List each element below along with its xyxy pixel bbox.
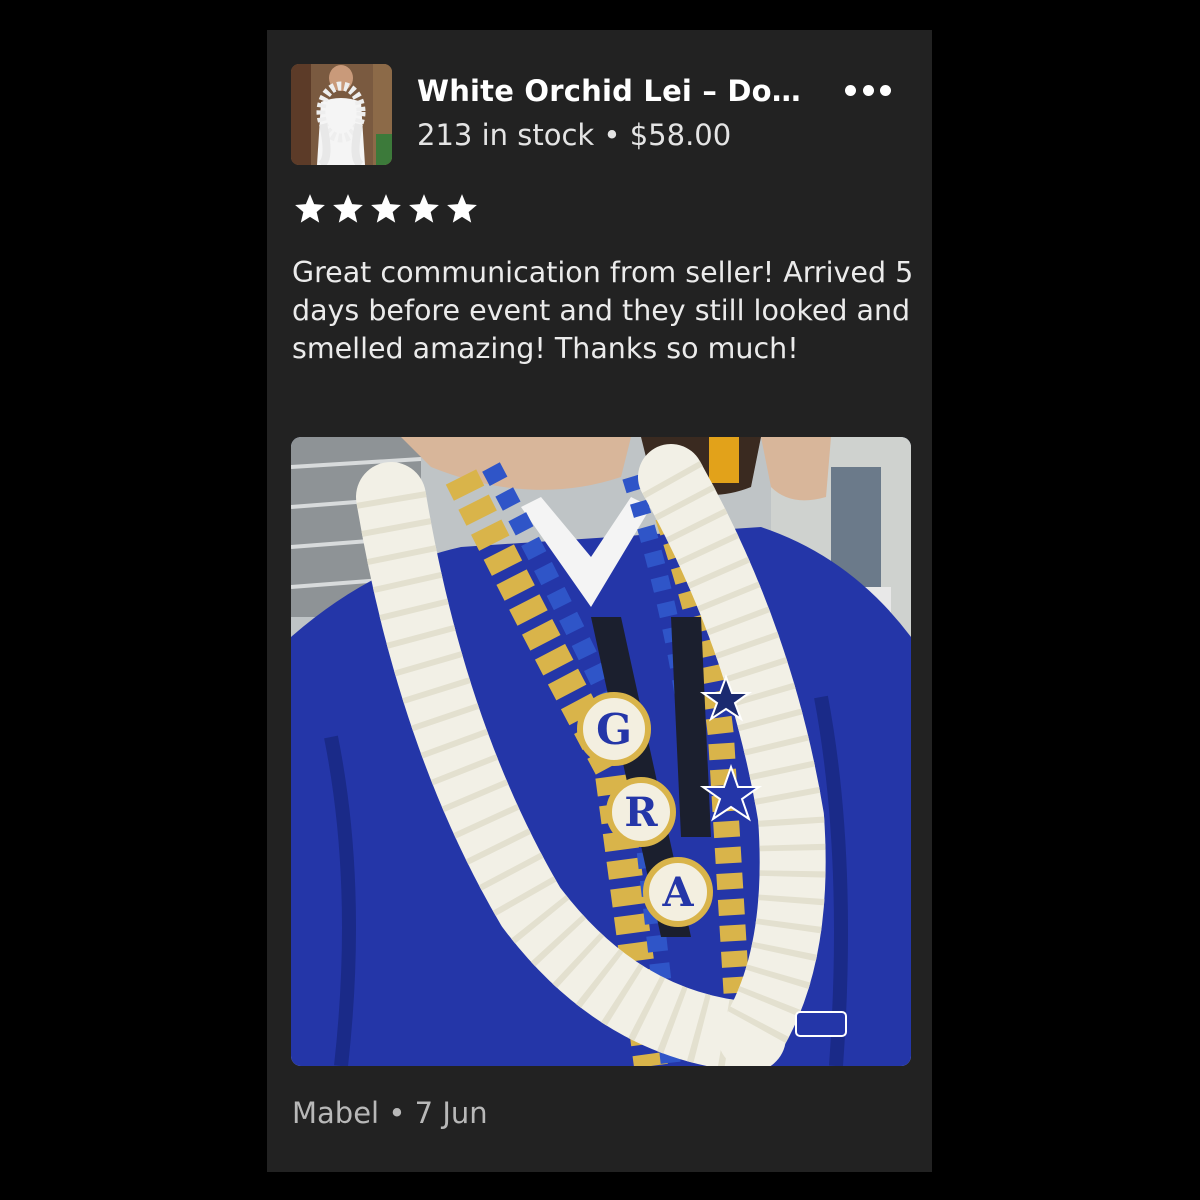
reviewer-name[interactable]: Mabel	[292, 1096, 379, 1130]
star-rating	[292, 192, 480, 226]
product-title[interactable]: White Orchid Lei – Dou...	[417, 74, 817, 108]
product-thumbnail[interactable]	[291, 64, 392, 165]
review-date: 7 Jun	[414, 1096, 488, 1130]
more-horizontal-icon	[880, 84, 891, 96]
review-card: White Orchid Lei – Dou... 213 in stock •…	[267, 30, 932, 1172]
patch-r: R	[606, 777, 676, 847]
review-footer: Mabel • 7 Jun	[292, 1096, 488, 1130]
review-photo[interactable]: G R A	[291, 437, 911, 1066]
svg-text:R: R	[624, 789, 658, 836]
star-icon	[371, 194, 401, 223]
svg-text:A: A	[661, 869, 694, 916]
more-options-button[interactable]	[845, 80, 891, 100]
more-horizontal-icon	[862, 84, 874, 96]
patch-g: G	[577, 692, 651, 766]
product-meta: 213 in stock • $58.00	[417, 118, 731, 152]
star-icon	[295, 194, 325, 223]
star-icon	[409, 194, 439, 223]
meta-separator: •	[603, 118, 621, 152]
patch-a: A	[643, 857, 713, 927]
review-text: Great communication from seller! Arrived…	[292, 256, 914, 365]
svg-text:G: G	[596, 705, 632, 754]
footer-separator: •	[388, 1096, 406, 1130]
star-icon	[333, 194, 363, 223]
product-price: $58.00	[629, 118, 732, 152]
more-horizontal-icon	[845, 84, 856, 96]
stock-count: 213 in stock	[417, 118, 595, 152]
review-photo-image: G R A	[291, 437, 911, 1066]
product-thumbnail-image	[291, 64, 392, 165]
star-icon	[447, 194, 477, 223]
